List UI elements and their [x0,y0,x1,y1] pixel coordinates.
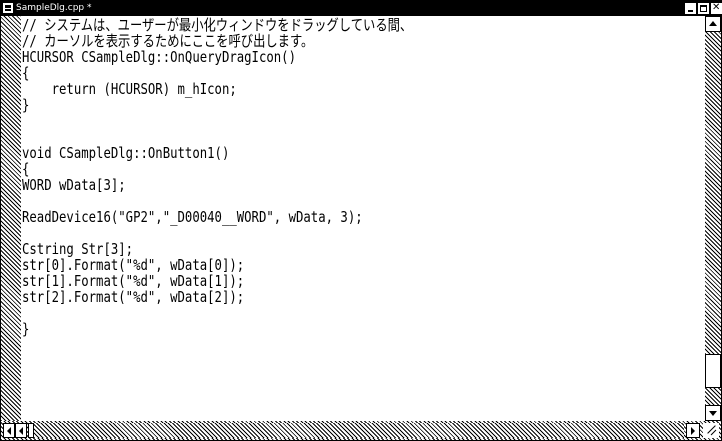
code-line[interactable]: void CSampleDlg::OnButton1() [22,145,412,161]
code-line[interactable] [22,113,412,129]
arrow-right-icon [691,427,695,435]
code-line[interactable] [22,305,412,321]
code-line[interactable]: str[0].Format("%d", wData[0]); [22,257,412,273]
vertical-scrollbar[interactable] [705,16,721,421]
minimize-button[interactable] [685,3,696,14]
vertical-scroll-track[interactable] [705,32,721,405]
arrow-left-icon [19,427,23,435]
title-bar[interactable]: SampleDlg.cpp * ✕ [1,1,722,16]
arrow-up-icon [709,21,717,26]
code-text[interactable]: // システムは、ユーザーが最小化ウィンドウをドラッグしている間、// カーソル… [22,17,412,337]
arrow-down-icon [709,411,717,416]
code-line[interactable]: str[1].Format("%d", wData[1]); [22,273,412,289]
code-line[interactable]: WORD wData[3]; [22,177,412,193]
code-line[interactable]: str[2].Format("%d", wData[2]); [22,289,412,305]
horizontal-scroll-track[interactable] [34,423,684,438]
editor-window: SampleDlg.cpp * ✕ // システムは、ユーザーが最小化ウィンドウ… [0,0,722,441]
split-view-button[interactable] [3,423,15,438]
maximize-button[interactable] [698,3,709,14]
code-line[interactable]: // カーソルを表示するためにここを呼び出します。 [22,33,412,49]
code-line[interactable] [22,129,412,145]
close-button[interactable]: ✕ [711,2,722,14]
document-icon[interactable] [3,3,13,13]
code-line[interactable] [22,193,412,209]
code-line[interactable]: HCURSOR CSampleDlg::OnQueryDragIcon() [22,49,412,65]
window-title: SampleDlg.cpp * [16,3,92,13]
vertical-scroll-thumb[interactable] [705,354,721,388]
code-line[interactable]: { [22,65,412,81]
horizontal-scrollbar-area [1,421,721,440]
code-line[interactable]: ReadDevice16("GP2","_D00040__WORD", wDat… [22,209,412,225]
close-icon: ✕ [712,2,721,13]
maximize-icon [700,5,707,12]
code-line[interactable] [22,225,412,241]
arrow-left-icon [7,427,11,435]
selection-margin[interactable] [1,16,21,421]
minimize-icon [688,10,693,12]
code-editor[interactable]: // システムは、ユーザーが最小化ウィンドウをドラッグしている間、// カーソル… [21,16,705,421]
code-line[interactable]: return (HCURSOR) m_hIcon; [22,81,412,97]
resize-grip-icon[interactable] [703,423,719,438]
scroll-left-button[interactable] [15,423,27,438]
scroll-down-button[interactable] [705,405,721,421]
code-line[interactable]: { [22,161,412,177]
scroll-right-button[interactable] [686,423,700,438]
code-line[interactable]: } [22,97,412,113]
code-line[interactable]: // システムは、ユーザーが最小化ウィンドウをドラッグしている間、 [22,17,412,33]
scroll-up-button[interactable] [705,16,721,32]
code-line[interactable]: } [22,321,412,337]
code-line[interactable]: Cstring Str[3]; [22,241,412,257]
